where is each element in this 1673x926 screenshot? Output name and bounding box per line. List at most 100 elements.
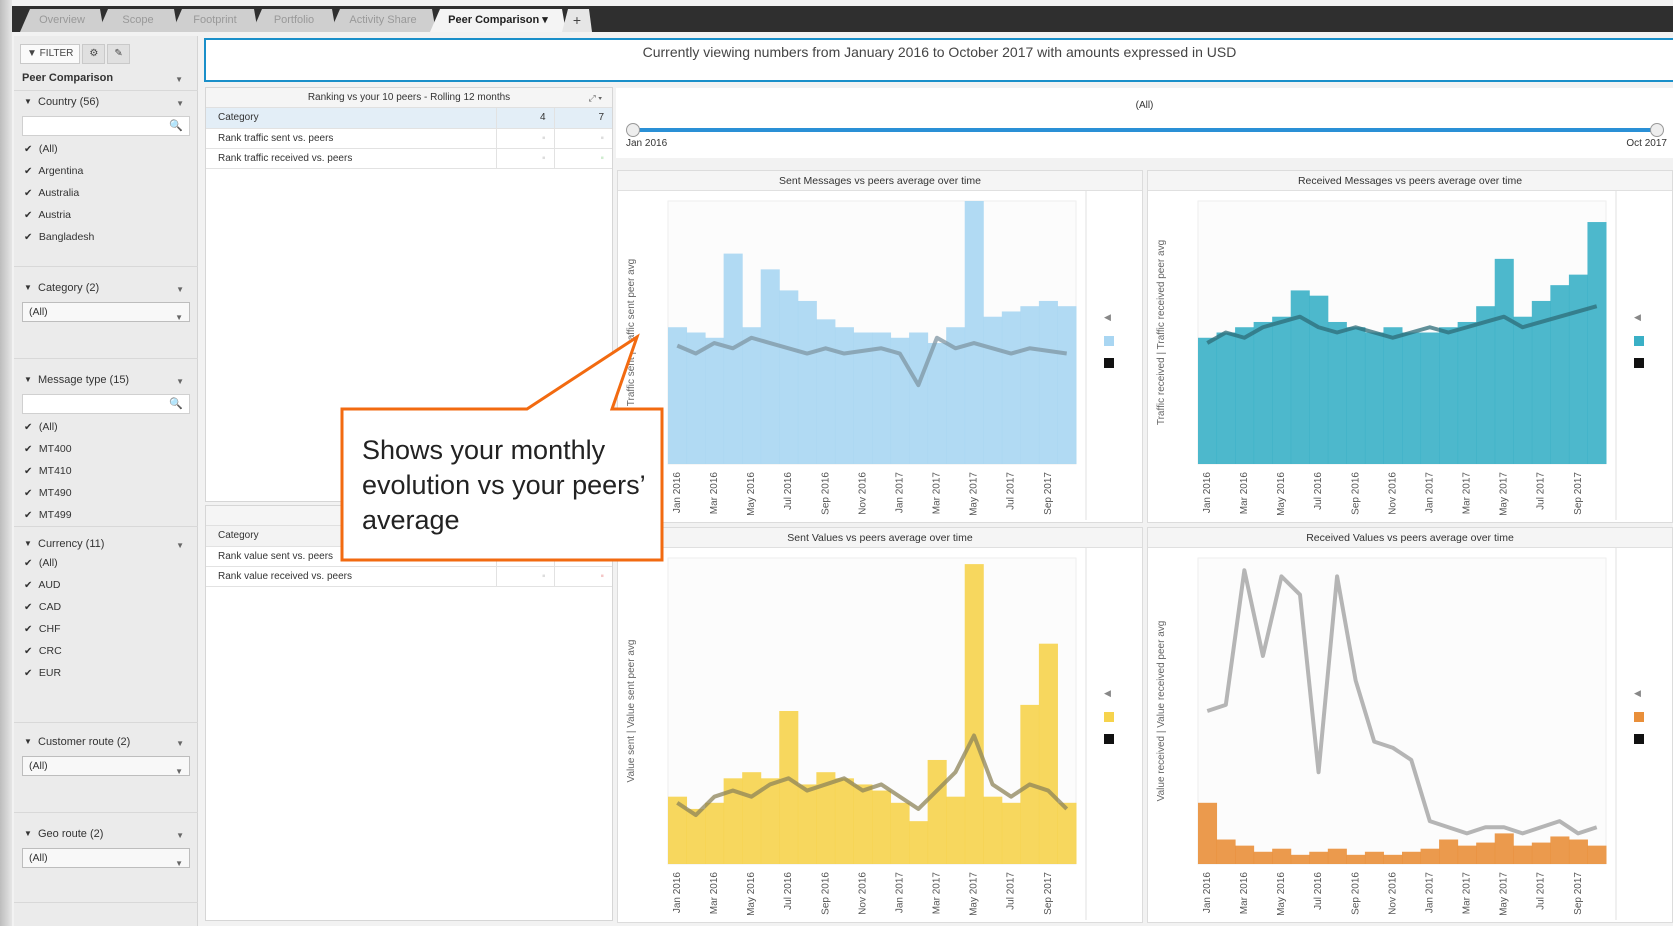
filter-tab[interactable]: ▼ FILTER [20, 44, 81, 64]
chevron-down-icon[interactable]: ▼ [176, 96, 184, 112]
collapse-icon[interactable]: ▼ [24, 734, 32, 750]
gear-icon[interactable]: ⚙ [82, 44, 106, 64]
check-icon: ✔ [24, 646, 33, 657]
bar-feb-2016 [1216, 839, 1236, 864]
bar-mar-2016 [1235, 845, 1255, 864]
country-search-input[interactable]: 🔍 [22, 116, 190, 136]
check-icon: ✔ [24, 580, 33, 591]
slider-track[interactable] [634, 128, 1663, 132]
geo-route-filter: ▼ Geo route (2) ▼ (All) ▼ [22, 826, 190, 868]
customer-route-dropdown[interactable]: (All) ▼ [22, 756, 190, 776]
x-tick-label: Jul 2017 [1536, 872, 1547, 910]
bar-feb-2017 [1439, 327, 1459, 464]
table-row[interactable]: Rank traffic received vs. peers ▪ ▪ [206, 148, 612, 169]
tab-portfolio[interactable]: Portfolio [252, 9, 336, 32]
bar-apr-2016 [723, 253, 743, 464]
collapse-icon[interactable]: ▼ [24, 536, 32, 552]
bar-apr-2017 [1476, 306, 1496, 464]
bar-jun-2017 [983, 796, 1003, 864]
x-tick-label: Jul 2016 [1313, 472, 1324, 510]
message-type-search-input[interactable]: 🔍 [22, 394, 190, 414]
dropdown-value: (All) [29, 306, 48, 318]
chevron-down-icon[interactable]: ▼ [176, 828, 184, 844]
checkbox-label: MT490 [38, 487, 72, 499]
bar-may-2016 [742, 772, 762, 864]
view-selector[interactable]: Peer Comparison [22, 72, 113, 84]
checkbox-item[interactable]: ✔ CHF [22, 618, 190, 640]
checkbox-item[interactable]: ✔ CAD [22, 596, 190, 618]
x-tick-label: Mar 2016 [709, 472, 720, 515]
check-icon: ✔ [24, 510, 33, 521]
chart-svg: Jan 2016 Mar 2016 May 2016 Jul 2016 Sep 2016… [626, 191, 1114, 520]
checkbox-item[interactable]: ✔ MT490 [22, 482, 190, 504]
table-row[interactable]: Rank value received vs. peers ▪ ▪ [206, 566, 612, 587]
table-row[interactable]: Rank value sent vs. peers [206, 546, 612, 567]
chevron-down-icon[interactable]: ▼ [176, 374, 184, 390]
x-tick-label: Mar 2016 [1239, 872, 1250, 915]
x-tick-label: Jan 2017 [1424, 472, 1435, 514]
slider-end-handle[interactable] [1650, 123, 1664, 137]
bar-jun-2017 [1513, 845, 1533, 864]
bar-mar-2016 [1235, 327, 1255, 464]
checkbox-item[interactable]: ✔ (All) [22, 138, 190, 160]
bar-aug-2016 [1327, 848, 1347, 864]
expand-icon[interactable]: ⤢ ▾ [589, 88, 602, 108]
collapse-icon[interactable]: ▼ [24, 94, 32, 110]
collapse-icon[interactable]: ▼ [24, 280, 32, 296]
check-icon: ✔ [24, 466, 33, 477]
check-icon: ✔ [24, 558, 33, 569]
table-row[interactable]: Rank traffic sent vs. peers ▪ ▪ [206, 128, 612, 149]
checkbox-item[interactable]: ✔ (All) [22, 416, 190, 438]
checkbox-item[interactable]: ✔ MT410 [22, 460, 190, 482]
checkbox-item[interactable]: ✔ MT499 [22, 504, 190, 526]
chevron-down-icon[interactable]: ▼ [176, 282, 184, 298]
checkbox-item[interactable]: ✔ Austria [22, 204, 190, 226]
tab-peer-comparison[interactable]: Peer Comparison ▾ [430, 9, 566, 32]
sent-messages-chart: Sent Messages vs peers average over time… [617, 170, 1143, 523]
chevron-down-icon[interactable]: ▼ [175, 75, 183, 84]
bar-aug-2016 [1327, 321, 1347, 464]
checkbox-label: EUR [38, 667, 62, 679]
check-icon: ✔ [24, 444, 33, 455]
bar-nov-2016 [853, 784, 873, 864]
collapse-icon[interactable]: ▼ [24, 372, 32, 388]
checkbox-item[interactable]: ✔ MT400 [22, 438, 190, 460]
checkbox-item[interactable]: ✔ EUR [22, 662, 190, 684]
checkbox-item[interactable]: ✔ Australia [22, 182, 190, 204]
slider-start-handle[interactable] [626, 123, 640, 137]
category-dropdown[interactable]: (All) ▼ [22, 302, 190, 322]
chevron-down-icon[interactable]: ▼ [176, 538, 184, 554]
x-tick-label: May 2017 [969, 872, 980, 916]
bar-jan-2017 [890, 802, 910, 864]
x-tick-label: Mar 2016 [709, 872, 720, 915]
row-label: Rank value sent vs. peers [206, 546, 496, 567]
checkbox-item[interactable]: ✔ AUD [22, 574, 190, 596]
column-header[interactable]: Category [206, 108, 496, 129]
column-header[interactable]: 4 [495, 108, 554, 129]
checkbox-item[interactable]: ✔ (All) [22, 552, 190, 574]
checkbox-label: Argentina [38, 165, 84, 177]
checkbox-label: MT410 [38, 465, 72, 477]
rank-cell [495, 546, 554, 567]
checkbox-item[interactable]: ✔ Argentina [22, 160, 190, 182]
tab-scope[interactable]: Scope [98, 9, 178, 32]
add-tab-button[interactable]: + [562, 9, 592, 32]
bar-sep-2017 [1038, 300, 1058, 464]
bar-oct-2016 [1364, 332, 1384, 464]
bar-feb-2017 [1439, 839, 1459, 864]
edit-icon[interactable]: ✎ [107, 44, 130, 64]
chevron-down-icon[interactable]: ▼ [176, 736, 184, 752]
panel-title-text: Ranking vs your 10 peers - Rolling 12 mo… [307, 92, 511, 103]
currency-filter: ▼ Currency (11) ▼ ✔ (All) ✔ AUD ✔ CAD ✔ CH… [22, 536, 190, 684]
tab-overview[interactable]: Overview [20, 9, 104, 32]
tab-activity-share[interactable]: Activity Share [330, 9, 436, 32]
divider [14, 526, 198, 527]
collapse-icon[interactable]: ▼ [24, 826, 32, 842]
x-tick-label: Jul 2017 [1536, 472, 1547, 510]
checkbox-item[interactable]: ✔ Bangladesh [22, 226, 190, 248]
geo-route-dropdown[interactable]: (All) ▼ [22, 848, 190, 868]
tab-footprint[interactable]: Footprint [172, 9, 258, 32]
legend-swatch-own [1104, 336, 1114, 346]
column-header[interactable]: 7 [553, 108, 612, 129]
checkbox-item[interactable]: ✔ CRC [22, 640, 190, 662]
